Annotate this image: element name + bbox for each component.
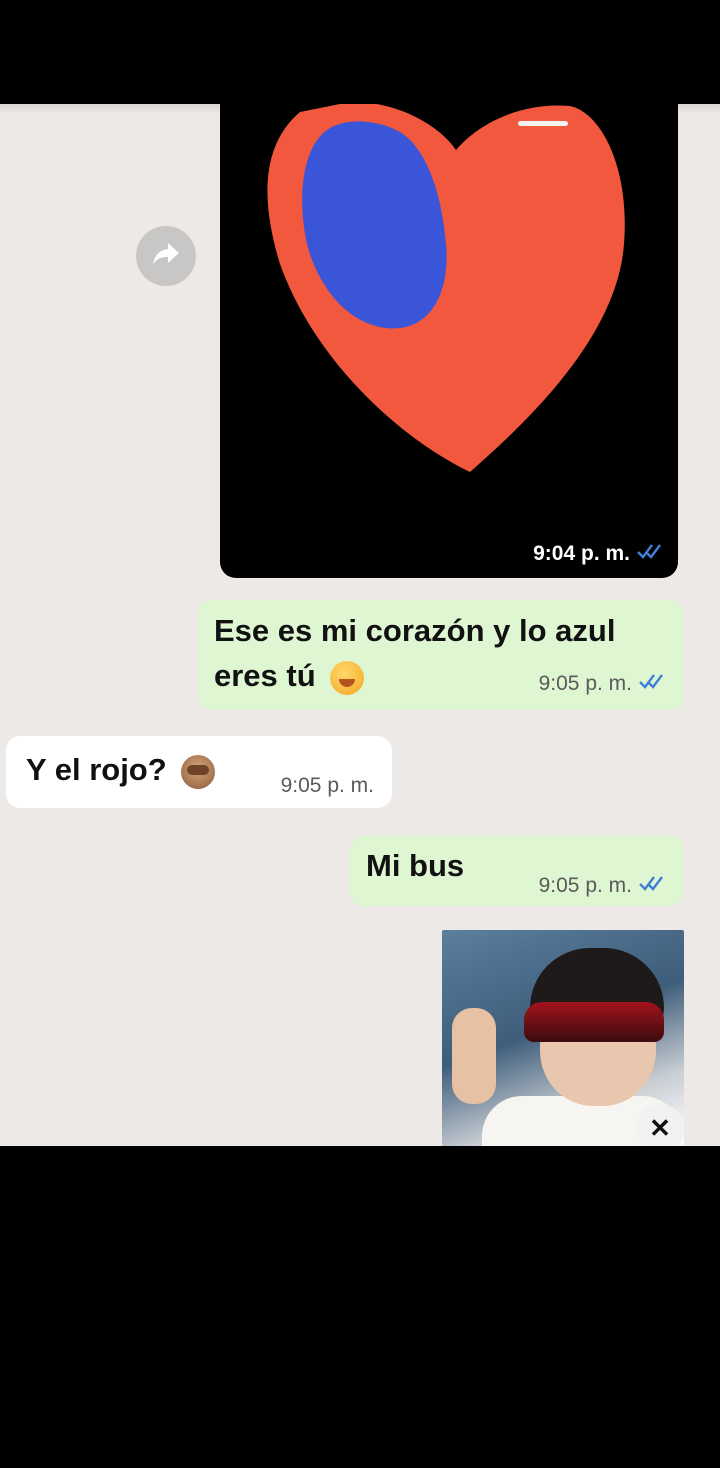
grin-emoji-icon [330, 660, 365, 695]
monkey-emoji-icon [181, 754, 216, 789]
message-meta: 9:05 p. m. [539, 672, 666, 696]
timestamp: 9:05 p. m. [538, 874, 632, 897]
timestamp: 9:04 p. m. [533, 542, 630, 565]
close-button[interactable]: ✕ [636, 1104, 684, 1146]
double-check-icon [636, 542, 664, 566]
heart-drawing-message[interactable]: 9:04 p. m. [220, 104, 678, 578]
outgoing-message[interactable]: Ese es mi corazón y lo azul eres tú 9:05… [198, 600, 684, 710]
heart-drawing [261, 104, 625, 476]
message-meta: 9:05 p. m. [539, 874, 666, 898]
double-check-icon [638, 672, 666, 696]
message-text: Y el rojo? [26, 752, 167, 787]
sunglasses [524, 1002, 664, 1042]
forward-icon [151, 241, 181, 272]
message-text: Mi bus [366, 848, 465, 883]
chat-area: 9:04 p. m. Ese es mi corazón y lo azul e… [0, 104, 720, 1146]
message-meta: 9:05 p. m. [281, 774, 374, 798]
photo-message[interactable]: ✕ [442, 930, 684, 1146]
message-meta: 9:04 p. m. [533, 542, 664, 566]
close-icon: ✕ [649, 1112, 671, 1143]
timestamp: 9:05 p. m. [538, 672, 632, 695]
double-check-icon [638, 874, 666, 898]
incoming-message[interactable]: Y el rojo? 9:05 p. m. [6, 736, 392, 808]
outgoing-message[interactable]: Mi bus 9:05 p. m. [350, 836, 684, 906]
forward-button[interactable] [136, 226, 196, 286]
timestamp: 9:05 p. m. [280, 774, 374, 797]
drag-handle[interactable] [518, 121, 568, 126]
peace-sign-hand [452, 1008, 496, 1104]
